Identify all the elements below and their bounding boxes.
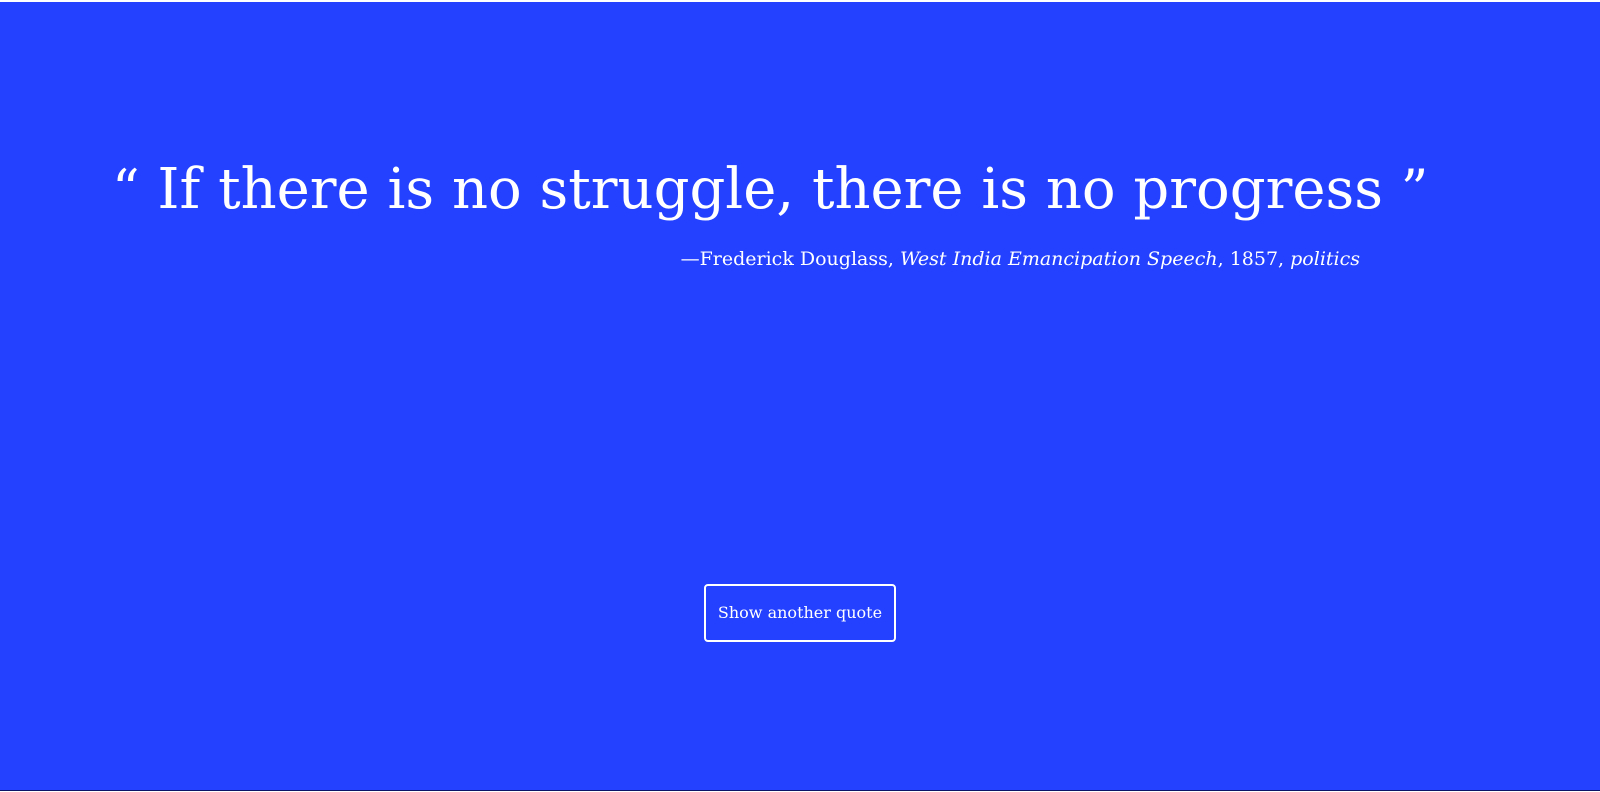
attribution-dash: — [680,248,700,270]
quote-text: “ If there is no struggle, there is no p… [112,150,1428,230]
attribution-source: West India Emancipation Speech [899,248,1218,270]
open-quote-mark: “ [112,158,140,221]
quote-body: If there is no struggle, there is no pro… [157,157,1383,222]
attribution-author: Frederick Douglass [699,248,888,270]
attribution-year: 1857 [1229,248,1279,270]
close-quote-mark: ” [1400,158,1429,221]
show-another-quote-button[interactable]: Show another quote [704,584,896,642]
quote-page: “ If there is no struggle, there is no p… [0,2,1600,791]
attribution-topic: politics [1290,248,1360,270]
quote-attribution: —Frederick Douglass, West India Emancipa… [680,248,1360,270]
